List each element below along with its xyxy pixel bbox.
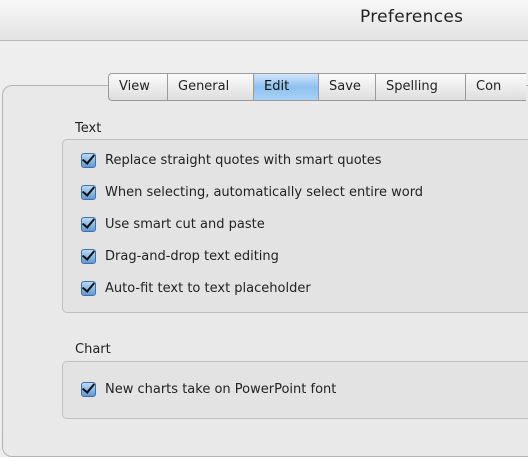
window-titlebar: Preferences [0, 0, 528, 41]
preferences-content: View General Edit Save Spelling Con Text… [0, 41, 528, 457]
option-label: Auto-fit text to text placeholder [105, 280, 311, 296]
option-drag-drop-editing[interactable]: Drag-and-drop text editing [81, 246, 279, 266]
option-label: Drag-and-drop text editing [105, 248, 279, 264]
tab-bar: View General Edit Save Spelling Con [108, 73, 526, 101]
chart-options-group: New charts take on PowerPoint font [62, 361, 528, 419]
option-label: When selecting, automatically select ent… [105, 184, 424, 200]
option-select-entire-word[interactable]: When selecting, automatically select ent… [81, 182, 423, 202]
option-label: Use smart cut and paste [105, 216, 265, 232]
checkbox-checked-icon[interactable] [81, 184, 96, 200]
tab-edit[interactable]: Edit [254, 74, 319, 100]
checkbox-checked-icon[interactable] [81, 280, 96, 296]
tab-con[interactable]: Con [466, 74, 526, 100]
option-smart-quotes[interactable]: Replace straight quotes with smart quote… [81, 150, 382, 170]
checkbox-checked-icon[interactable] [81, 216, 96, 232]
checkbox-checked-icon[interactable] [81, 381, 96, 397]
window-title: Preferences [360, 7, 464, 27]
checkbox-checked-icon[interactable] [81, 248, 96, 264]
option-label: New charts take on PowerPoint font [105, 381, 337, 397]
option-chart-powerpoint-font[interactable]: New charts take on PowerPoint font [81, 379, 336, 399]
checkbox-checked-icon[interactable] [81, 152, 96, 168]
option-auto-fit-text[interactable]: Auto-fit text to text placeholder [81, 278, 311, 298]
option-smart-cut-paste[interactable]: Use smart cut and paste [81, 214, 265, 234]
text-section-label: Text [75, 121, 102, 136]
tab-view[interactable]: View [109, 74, 168, 100]
tab-save[interactable]: Save [319, 74, 376, 100]
tab-spelling[interactable]: Spelling [376, 74, 466, 100]
option-label: Replace straight quotes with smart quote… [105, 152, 382, 168]
chart-section-label: Chart [75, 342, 111, 357]
text-options-group: Replace straight quotes with smart quote… [62, 139, 528, 313]
tab-general[interactable]: General [168, 74, 254, 100]
